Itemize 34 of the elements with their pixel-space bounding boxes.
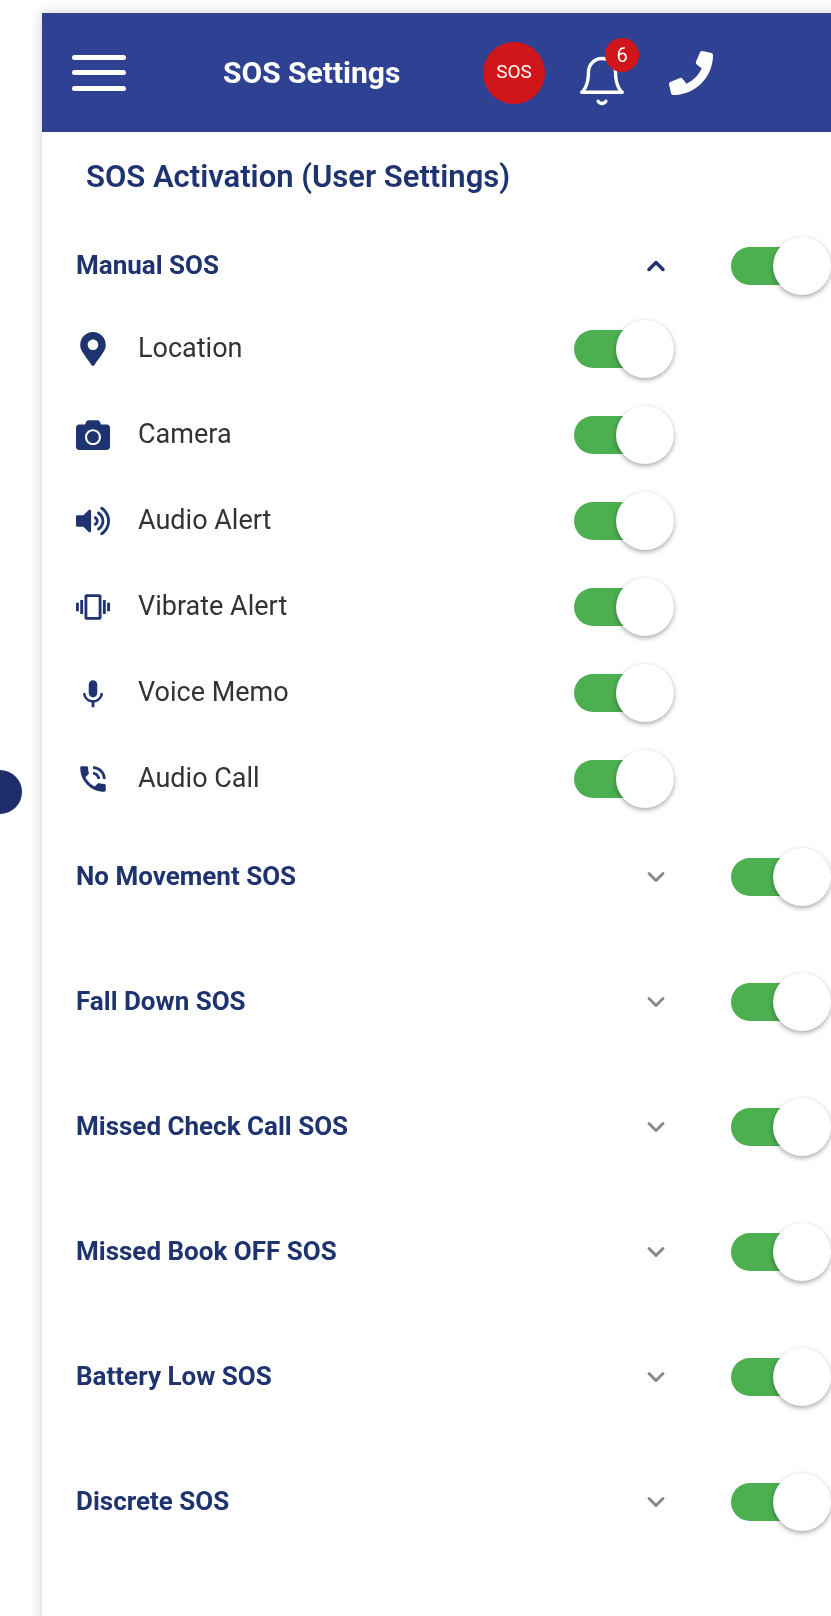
- toggle-switch[interactable]: [574, 577, 674, 636]
- camera-icon: [76, 417, 110, 452]
- section-title: Manual SOS: [76, 249, 220, 282]
- setting-label: Audio Alert: [138, 503, 273, 539]
- header-title: SOS Settings: [223, 54, 402, 92]
- section-title: Fall Down SOS: [76, 985, 247, 1018]
- setting-label: Voice Memo: [138, 675, 290, 711]
- page-title: SOS Activation (User Settings): [85, 157, 512, 197]
- toggle-switch[interactable]: [574, 405, 674, 464]
- toggle-switch[interactable]: [731, 1097, 831, 1156]
- toggle-switch[interactable]: [731, 1347, 831, 1406]
- toggle-switch[interactable]: [574, 663, 674, 722]
- menu-icon[interactable]: [72, 54, 126, 91]
- setting-label: Location: [138, 331, 244, 367]
- toggle-switch[interactable]: [574, 491, 674, 550]
- notification-count: 6: [605, 37, 639, 72]
- toggle-switch[interactable]: [731, 236, 831, 295]
- phone-icon[interactable]: [669, 50, 713, 95]
- notification-button[interactable]: 6: [575, 37, 639, 108]
- toggle-switch[interactable]: [731, 1472, 831, 1531]
- toggle-switch[interactable]: [574, 319, 674, 378]
- setting-label: Vibrate Alert: [138, 589, 289, 625]
- toggle-switch[interactable]: [731, 847, 831, 906]
- section-title: No Movement SOS: [76, 860, 298, 893]
- setting-label: Camera: [138, 417, 233, 453]
- toggle-switch[interactable]: [731, 972, 831, 1031]
- setting-label: Audio Call: [138, 761, 261, 797]
- toggle-switch[interactable]: [731, 1222, 831, 1281]
- section-title: Battery Low SOS: [76, 1360, 273, 1393]
- toggle-switch[interactable]: [574, 749, 674, 808]
- section-title: Discrete SOS: [76, 1485, 231, 1518]
- sos-button[interactable]: SOS: [483, 41, 545, 104]
- section-title: Missed Check Call SOS: [76, 1110, 350, 1143]
- section-title: Missed Book OFF SOS: [76, 1235, 338, 1268]
